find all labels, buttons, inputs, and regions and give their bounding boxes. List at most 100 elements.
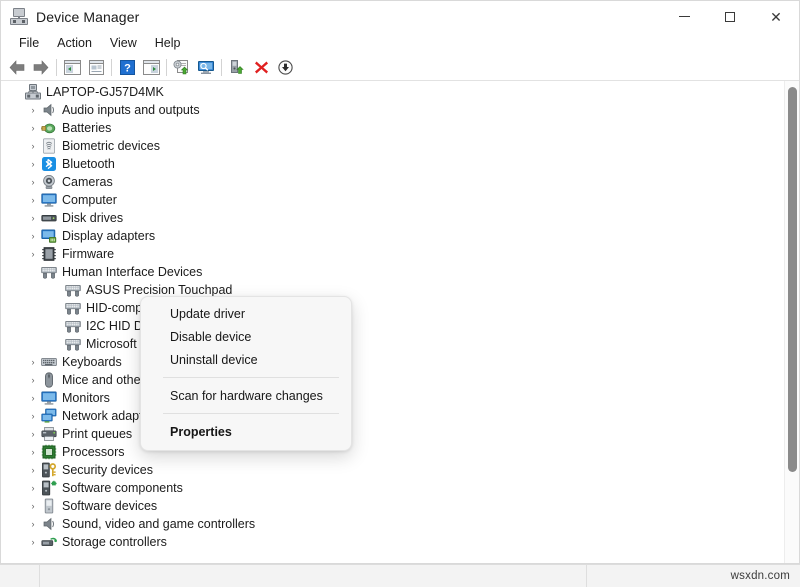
uninstall-device-button[interactable] — [249, 56, 273, 78]
chevron-right-icon[interactable]: › — [25, 106, 41, 115]
device-tree-pane[interactable]: ⱟ LAPTOP-GJ57D4MK — [1, 81, 799, 563]
chevron-right-icon[interactable]: › — [25, 466, 41, 475]
tree-item-processors[interactable]: › Processors — [1, 443, 799, 461]
chevron-right-icon[interactable]: › — [25, 358, 41, 367]
menu-file[interactable]: File — [10, 34, 48, 52]
tree-item-firmware[interactable]: › — [1, 245, 799, 263]
properties-button[interactable] — [84, 56, 108, 78]
hid-icon — [41, 264, 57, 280]
tree-item-label: Human Interface Devices — [62, 265, 208, 279]
menu-action[interactable]: Action — [48, 34, 101, 52]
tree-item-monitors[interactable]: › Monitors — [1, 389, 799, 407]
keyboard-icon — [41, 354, 57, 370]
minimize-button[interactable] — [661, 1, 707, 32]
tree-item-label: Software devices — [62, 499, 163, 513]
tree-item-disk-drives[interactable]: › Disk drives — [1, 209, 799, 227]
tree-item-cameras[interactable]: › Cameras — [1, 173, 799, 191]
scrollbar-thumb[interactable] — [788, 87, 797, 472]
chevron-right-icon[interactable]: › — [25, 160, 41, 169]
tree-item-i2c-hid-device[interactable]: I2C HID Device — [1, 317, 799, 335]
tree-item-microsoft-input-configuration-device[interactable]: Microsoft Input Configuration Device — [1, 335, 799, 353]
show-hide-console-tree-button[interactable] — [60, 56, 84, 78]
help-question-icon: ? — [120, 60, 135, 75]
chevron-right-icon[interactable]: › — [25, 142, 41, 151]
svg-text:?: ? — [124, 62, 131, 74]
tree-item-audio-inputs-and-outputs[interactable]: › Audio inputs and outputs — [1, 101, 799, 119]
tree-item-bluetooth[interactable]: › Bluetooth — [1, 155, 799, 173]
chevron-down-icon[interactable]: ⱟ — [9, 88, 25, 97]
context-menu-separator — [163, 413, 339, 414]
chevron-right-icon[interactable]: › — [25, 430, 41, 439]
menu-view[interactable]: View — [101, 34, 146, 52]
monitor-icon — [41, 192, 57, 208]
tree-item-display-adapters[interactable]: › Display adapters — [1, 227, 799, 245]
chevron-right-icon[interactable]: › — [25, 232, 41, 241]
disable-device-button[interactable] — [273, 56, 297, 78]
fingerprint-icon — [41, 138, 57, 154]
device-tree: ⱟ LAPTOP-GJ57D4MK — [1, 83, 799, 551]
chevron-right-icon[interactable]: › — [25, 502, 41, 511]
show-hide-action-pane-button[interactable] — [139, 56, 163, 78]
tree-item-biometric-devices[interactable]: › Biometric devices — [1, 137, 799, 155]
chevron-right-icon[interactable]: › — [25, 520, 41, 529]
back-button[interactable] — [5, 56, 29, 78]
status-cell-left — [0, 565, 40, 587]
chevron-right-icon[interactable]: › — [25, 124, 41, 133]
tree-item-software-components[interactable]: › Software components — [1, 479, 799, 497]
properties-page-icon — [88, 60, 105, 75]
tree-item-security-devices[interactable]: › Security devices — [1, 461, 799, 479]
tree-item-network-adapters[interactable]: › Network adapters — [1, 407, 799, 425]
tree-item-sound-video-and-game-controllers[interactable]: › Sound, video and game controllers — [1, 515, 799, 533]
tree-item-human-interface-devices[interactable]: ⱟ — [1, 263, 799, 281]
tree-item-hid-compliant-consumer-control-device[interactable]: HID-compliant consumer control device — [1, 299, 799, 317]
chevron-right-icon[interactable]: › — [25, 250, 41, 259]
speaker-icon — [41, 102, 57, 118]
tree-root-laptop[interactable]: ⱟ LAPTOP-GJ57D4MK — [1, 83, 799, 101]
tree-item-label: Software components — [62, 481, 189, 495]
tree-item-print-queues[interactable]: › Print queues — [1, 425, 799, 443]
chevron-right-icon[interactable]: › — [25, 412, 41, 421]
chevron-right-icon[interactable]: › — [25, 196, 41, 205]
tree-root-label: LAPTOP-GJ57D4MK — [46, 85, 170, 99]
update-driver-button[interactable] — [170, 56, 194, 78]
tree-item-batteries[interactable]: › Batteries — [1, 119, 799, 137]
tree-item-label: Biometric devices — [62, 139, 166, 153]
ctx-uninstall-device[interactable]: Uninstall device — [145, 348, 347, 371]
chevron-right-icon[interactable]: › — [25, 394, 41, 403]
tree-item-mice-and-other-pointing-devices[interactable]: › Mice and other pointing devices — [1, 371, 799, 389]
chevron-down-icon[interactable]: ⱟ — [25, 268, 41, 277]
tree-item-storage-controllers[interactable]: › Storage controllers — [1, 533, 799, 551]
status-bar: wsxdn.com — [0, 564, 800, 587]
firmware-chip-icon — [41, 246, 57, 262]
forward-button[interactable] — [29, 56, 53, 78]
chevron-right-icon[interactable]: › — [25, 178, 41, 187]
tree-item-computer[interactable]: › Computer — [1, 191, 799, 209]
chevron-right-icon[interactable]: › — [25, 214, 41, 223]
tree-item-label: Processors — [62, 445, 131, 459]
close-icon: ✕ — [770, 10, 782, 24]
ctx-disable-device[interactable]: Disable device — [145, 325, 347, 348]
chevron-right-icon[interactable]: › — [25, 484, 41, 493]
ctx-scan-hardware-changes[interactable]: Scan for hardware changes — [145, 384, 347, 407]
maximize-button[interactable] — [707, 1, 753, 32]
context-menu[interactable]: Update driver Disable device Uninstall d… — [140, 296, 352, 451]
close-button[interactable]: ✕ — [753, 1, 799, 32]
chevron-right-icon[interactable]: › — [25, 376, 41, 385]
chevron-right-icon[interactable]: › — [25, 538, 41, 547]
tree-item-keyboards[interactable]: › Keyboa — [1, 353, 799, 371]
scan-monitor-icon — [197, 59, 215, 75]
context-menu-separator — [163, 377, 339, 378]
enable-device-button[interactable] — [225, 56, 249, 78]
tree-item-label: Batteries — [62, 121, 117, 135]
ctx-update-driver[interactable]: Update driver — [145, 302, 347, 325]
tree-item-asus-precision-touchpad[interactable]: ASUS Precision Touchpad — [1, 281, 799, 299]
help-button[interactable]: ? — [115, 56, 139, 78]
tree-item-software-devices[interactable]: › Software devices — [1, 497, 799, 515]
enable-device-icon — [229, 59, 245, 75]
menu-help[interactable]: Help — [146, 34, 190, 52]
device-manager-icon — [10, 8, 28, 26]
vertical-scrollbar[interactable] — [784, 81, 799, 563]
ctx-properties[interactable]: Properties — [145, 420, 347, 443]
scan-hardware-changes-button[interactable] — [194, 56, 218, 78]
chevron-right-icon[interactable]: › — [25, 448, 41, 457]
